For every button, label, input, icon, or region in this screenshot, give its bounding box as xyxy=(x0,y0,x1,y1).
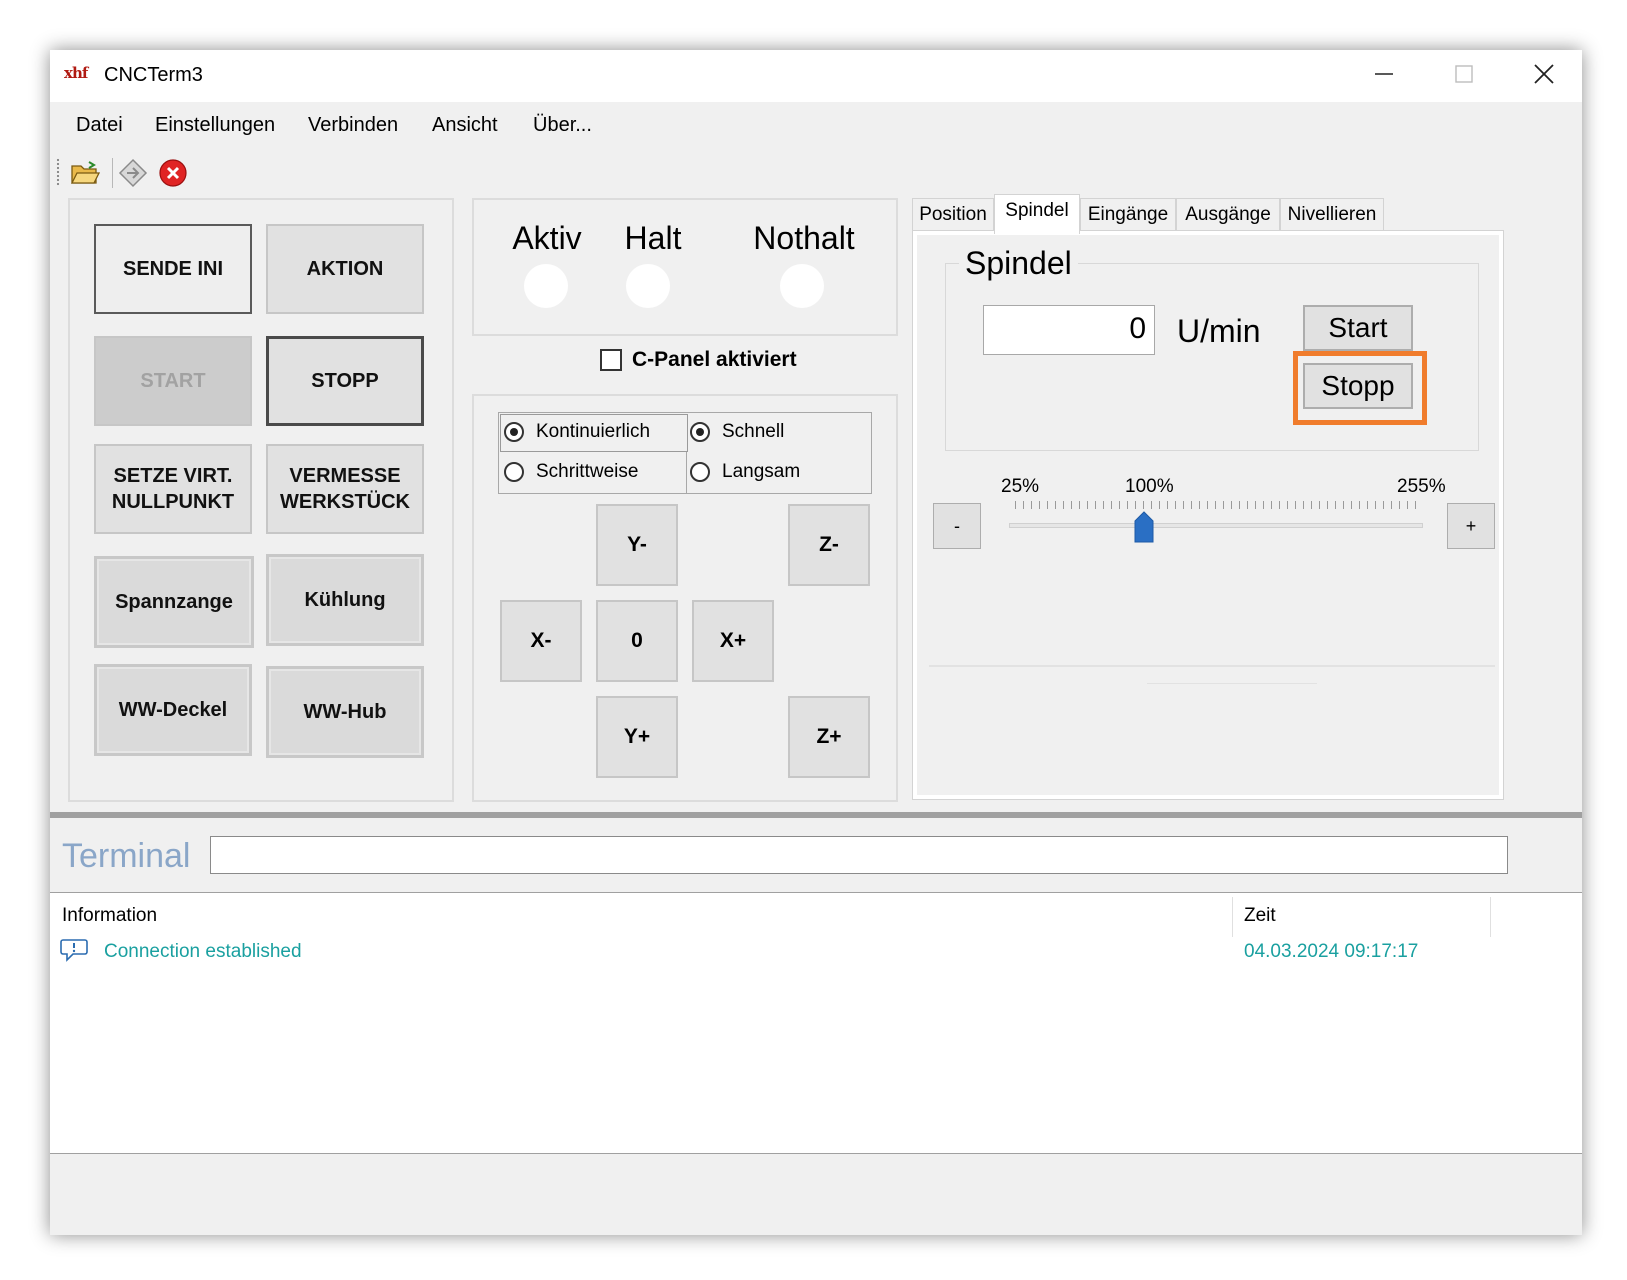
cpanel-checkbox[interactable] xyxy=(600,349,622,371)
jog-z-plus-button[interactable]: Z+ xyxy=(788,696,870,778)
menu-bar: Datei Einstellungen Verbinden Ansicht Üb… xyxy=(50,102,1582,148)
aktiv-indicator xyxy=(524,264,568,308)
tab-eingaenge[interactable]: Eingänge xyxy=(1080,198,1176,232)
spindel-tab-page: Spindel 0 U/min Start Stopp - + 25% 100%… xyxy=(912,230,1504,800)
maximize-icon xyxy=(1455,65,1473,83)
menu-ueber[interactable]: Über... xyxy=(520,102,605,148)
setze-nullpunkt-button[interactable]: SETZE VIRT. NULLPUNKT xyxy=(94,444,252,534)
tab-nivellieren[interactable]: Nivellieren xyxy=(1280,198,1384,232)
halt-label: Halt xyxy=(624,220,682,256)
langsam-radio[interactable] xyxy=(690,462,710,482)
menu-ansicht[interactable]: Ansicht xyxy=(419,102,511,148)
menu-datei[interactable]: Datei xyxy=(63,102,136,148)
spindel-start-button[interactable]: Start xyxy=(1303,305,1413,351)
override-slider-ticks xyxy=(1015,501,1417,509)
aktion-button[interactable]: AKTION xyxy=(266,224,424,314)
jog-panel: Kontinuierlich Schnell Schrittweise Lang… xyxy=(472,394,898,802)
kontinuierlich-radio[interactable] xyxy=(504,422,524,442)
maximize-button[interactable] xyxy=(1424,50,1504,98)
override-decrease-button[interactable]: - xyxy=(933,503,981,549)
nothalt-indicator xyxy=(780,264,824,308)
jog-x-minus-button[interactable]: X- xyxy=(500,600,582,682)
toolbar-grip[interactable] xyxy=(56,158,60,186)
schrittweise-label: Schrittweise xyxy=(536,461,639,482)
log-message: Connection established xyxy=(104,941,302,962)
terminal-label: Terminal xyxy=(62,837,191,875)
override-min-label: 25% xyxy=(1001,476,1040,497)
jog-options-divider xyxy=(686,452,687,494)
close-icon xyxy=(1534,64,1554,84)
schnell-label: Schnell xyxy=(722,421,785,442)
log-header-information[interactable]: Information xyxy=(62,903,157,929)
ww-hub-button[interactable]: WW-Hub xyxy=(266,666,424,758)
menu-einstellungen[interactable]: Einstellungen xyxy=(142,102,288,148)
status-bar xyxy=(50,1154,1582,1235)
log-header-zeit[interactable]: Zeit xyxy=(1244,903,1276,929)
tab-spindel[interactable]: Spindel xyxy=(994,194,1080,234)
info-bubble-icon xyxy=(60,939,88,962)
rpm-unit-label: U/min xyxy=(1177,313,1261,349)
tab-ausgaenge[interactable]: Ausgänge xyxy=(1176,198,1280,232)
spindel-tab-content: Spindel 0 U/min Start Stopp - + 25% 100%… xyxy=(917,235,1499,795)
log-column-separator-end xyxy=(1490,897,1491,937)
tab-divider-short xyxy=(1147,683,1317,684)
toolbar xyxy=(50,148,1582,200)
spindel-stopp-button[interactable]: Stopp xyxy=(1303,363,1413,409)
open-folder-button[interactable] xyxy=(68,156,102,190)
tab-position[interactable]: Position xyxy=(912,198,994,232)
open-folder-icon xyxy=(70,161,100,184)
schrittweise-radio[interactable] xyxy=(504,462,524,482)
connect-button[interactable] xyxy=(116,156,150,190)
menu-verbinden[interactable]: Verbinden xyxy=(295,102,411,148)
window-title: CNCTerm3 xyxy=(104,64,203,86)
app-logo: xhf xyxy=(64,64,88,82)
minimize-button[interactable] xyxy=(1344,50,1424,98)
minimize-icon xyxy=(1375,73,1393,75)
nothalt-label: Nothalt xyxy=(753,220,855,256)
spannzange-button[interactable]: Spannzange xyxy=(94,556,254,648)
override-increase-button[interactable]: + xyxy=(1447,503,1495,549)
kuehlung-button[interactable]: Kühlung xyxy=(266,554,424,646)
title-bar: xhf CNCTerm3 xyxy=(50,50,1582,102)
cpanel-label: C-Panel aktiviert xyxy=(632,348,797,371)
log-column-separator[interactable] xyxy=(1232,897,1233,937)
terminal-bar: Terminal xyxy=(50,818,1582,892)
jog-zero-button[interactable]: 0 xyxy=(596,600,678,682)
start-button[interactable]: START xyxy=(94,336,252,426)
override-max-label: 255% xyxy=(1397,476,1446,497)
halt-indicator xyxy=(626,264,670,308)
close-button[interactable] xyxy=(1504,50,1582,98)
ww-deckel-button[interactable]: WW-Deckel xyxy=(94,664,252,756)
override-slider-track[interactable] xyxy=(1009,523,1423,528)
log-list: Information Zeit Connection established … xyxy=(50,892,1582,1154)
override-slider-thumb[interactable] xyxy=(1134,511,1154,543)
override-mid-label: 100% xyxy=(1125,476,1174,497)
terminal-input[interactable] xyxy=(210,836,1508,874)
kontinuierlich-label: Kontinuierlich xyxy=(536,421,651,442)
disconnect-button[interactable] xyxy=(156,156,190,190)
action-panel: SENDE INI AKTION START STOPP SETZE VIRT.… xyxy=(68,198,454,802)
jog-y-minus-button[interactable]: Y- xyxy=(596,504,678,586)
jog-y-plus-button[interactable]: Y+ xyxy=(596,696,678,778)
aktiv-label: Aktiv xyxy=(512,220,582,256)
schnell-radio[interactable] xyxy=(690,422,710,442)
stopp-button[interactable]: STOPP xyxy=(266,336,424,426)
log-time: 04.03.2024 09:17:17 xyxy=(1244,941,1419,962)
disconnect-icon xyxy=(159,159,187,187)
rpm-input[interactable]: 0 xyxy=(983,305,1155,355)
langsam-label: Langsam xyxy=(722,461,801,482)
jog-x-plus-button[interactable]: X+ xyxy=(692,600,774,682)
jog-z-minus-button[interactable]: Z- xyxy=(788,504,870,586)
connect-icon xyxy=(118,158,148,188)
app-window: xhf CNCTerm3 Datei Einstellungen Verbind… xyxy=(50,50,1582,1235)
sende-ini-button[interactable]: SENDE INI xyxy=(94,224,252,314)
spindel-group-title: Spindel xyxy=(959,243,1078,283)
vermesse-werkstueck-button[interactable]: VERMESSE WERKSTÜCK xyxy=(266,444,424,534)
tab-divider xyxy=(929,665,1495,667)
toolbar-separator xyxy=(112,158,113,188)
